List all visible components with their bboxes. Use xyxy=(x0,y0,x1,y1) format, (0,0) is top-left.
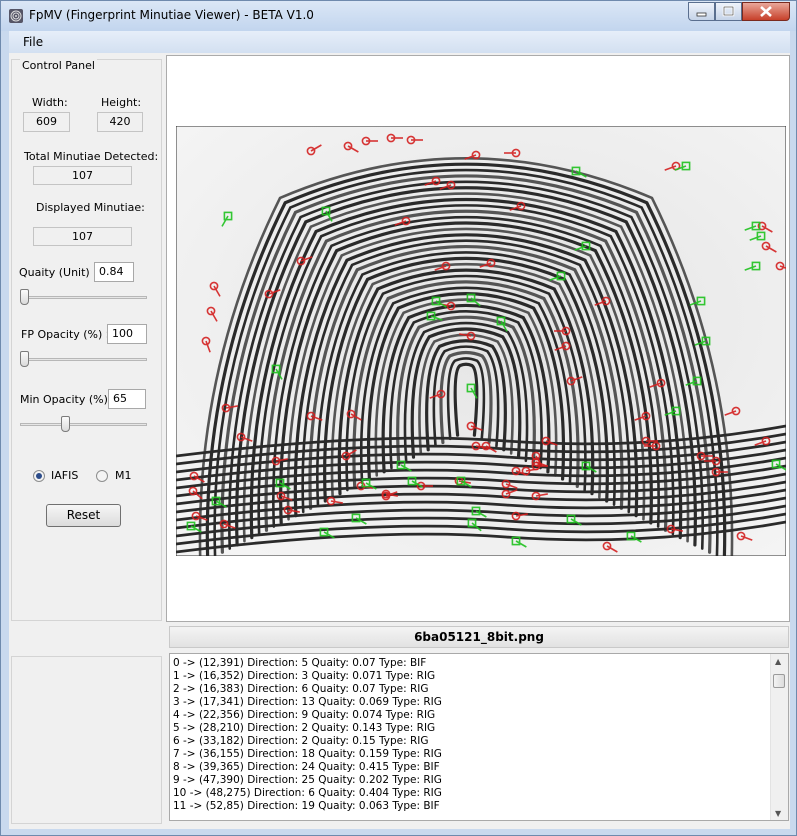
app-window: FpMV (Fingerprint Minutiae Viewer) - BET… xyxy=(0,0,797,836)
height-label: Height: xyxy=(101,96,142,109)
list-item[interactable]: 9 -> (47,390) Direction: 25 Quaity: 0.20… xyxy=(173,774,442,787)
min-opacity-slider-thumb[interactable] xyxy=(61,416,71,432)
fp-opacity-slider-track[interactable] xyxy=(20,358,147,361)
scroll-down-icon[interactable]: ▼ xyxy=(775,809,781,818)
client-area: Control Panel Width: Height: 609 420 Tot… xyxy=(9,53,790,829)
total-minutiae-value: 107 xyxy=(33,166,132,185)
min-opacity-label: Min Opacity (%) > xyxy=(20,393,121,406)
list-item[interactable]: 5 -> (28,210) Direction: 2 Quaity: 0.143… xyxy=(173,722,435,735)
list-scrollbar[interactable]: ▲ ▼ xyxy=(770,654,788,820)
width-label: Width: xyxy=(32,96,68,109)
fingerprint-viewer[interactable] xyxy=(166,55,790,622)
control-panel-title: Control Panel xyxy=(20,59,97,72)
iafis-radio-label[interactable]: IAFIS xyxy=(51,469,78,482)
iafis-radio[interactable] xyxy=(33,470,45,482)
list-item[interactable]: 11 -> (52,85) Direction: 19 Quaity: 0.06… xyxy=(173,800,440,813)
minimize-icon xyxy=(696,12,707,17)
fp-opacity-input[interactable]: 100 xyxy=(107,324,147,344)
list-item[interactable]: 2 -> (16,383) Direction: 6 Quaity: 0.07 … xyxy=(173,683,429,696)
fingerprint-app-icon xyxy=(9,9,23,23)
min-opacity-input[interactable]: 65 xyxy=(108,389,146,409)
scroll-up-icon[interactable]: ▲ xyxy=(775,657,781,666)
list-item[interactable]: 3 -> (17,341) Direction: 13 Quaity: 0.06… xyxy=(173,696,442,709)
image-filename: 6ba05121_8bit.png xyxy=(169,626,789,648)
list-item[interactable]: 6 -> (33,182) Direction: 2 Quaity: 0.15 … xyxy=(173,735,429,748)
displayed-minutiae-label: Displayed Minutiae: xyxy=(36,201,145,214)
list-item[interactable]: 1 -> (16,352) Direction: 3 Quaity: 0.071… xyxy=(173,670,435,683)
height-value: 420 xyxy=(97,112,143,132)
minimize-button[interactable] xyxy=(688,2,715,21)
list-item[interactable]: 8 -> (39,365) Direction: 24 Quaity: 0.41… xyxy=(173,761,440,774)
m1-radio-label[interactable]: M1 xyxy=(115,469,132,482)
close-icon xyxy=(760,6,772,17)
width-value: 609 xyxy=(23,112,70,132)
min-opacity-slider-track[interactable] xyxy=(20,423,147,426)
info-panel xyxy=(11,656,162,824)
list-item[interactable]: 0 -> (12,391) Direction: 5 Quaity: 0.07 … xyxy=(173,657,426,670)
quality-slider-track[interactable] xyxy=(20,296,147,299)
list-item[interactable]: 7 -> (36,155) Direction: 18 Quaity: 0.15… xyxy=(173,748,442,761)
minutiae-list[interactable]: 0 -> (12,391) Direction: 5 Quaity: 0.07 … xyxy=(169,653,789,821)
menu-bar: File xyxy=(9,31,790,53)
list-item[interactable]: 10 -> (48,275) Direction: 6 Quaity: 0.40… xyxy=(173,787,442,800)
reset-button[interactable]: Reset xyxy=(46,504,121,527)
fingerprint-image[interactable] xyxy=(176,126,786,556)
maximize-button[interactable] xyxy=(715,2,742,21)
menu-file[interactable]: File xyxy=(23,35,43,49)
m1-radio[interactable] xyxy=(96,470,108,482)
scroll-thumb[interactable] xyxy=(773,674,785,688)
displayed-minutiae-value: 107 xyxy=(33,227,132,246)
title-bar[interactable]: FpMV (Fingerprint Minutiae Viewer) - BET… xyxy=(1,1,796,31)
fp-opacity-label: FP Opacity (%) > xyxy=(21,328,116,341)
quality-input[interactable]: 0.84 xyxy=(94,262,134,282)
quality-slider-thumb[interactable] xyxy=(20,289,29,305)
close-button[interactable] xyxy=(742,2,790,21)
quality-label: Quaity (Unit) > xyxy=(19,266,103,279)
list-item[interactable]: 4 -> (22,356) Direction: 9 Quaity: 0.074… xyxy=(173,709,435,722)
control-panel: Control Panel Width: Height: 609 420 Tot… xyxy=(11,59,162,621)
window-title: FpMV (Fingerprint Minutiae Viewer) - BET… xyxy=(29,8,314,22)
maximize-icon xyxy=(722,5,735,17)
fp-opacity-slider-thumb[interactable] xyxy=(20,351,29,367)
total-minutiae-label: Total Minutiae Detected: xyxy=(24,150,159,163)
